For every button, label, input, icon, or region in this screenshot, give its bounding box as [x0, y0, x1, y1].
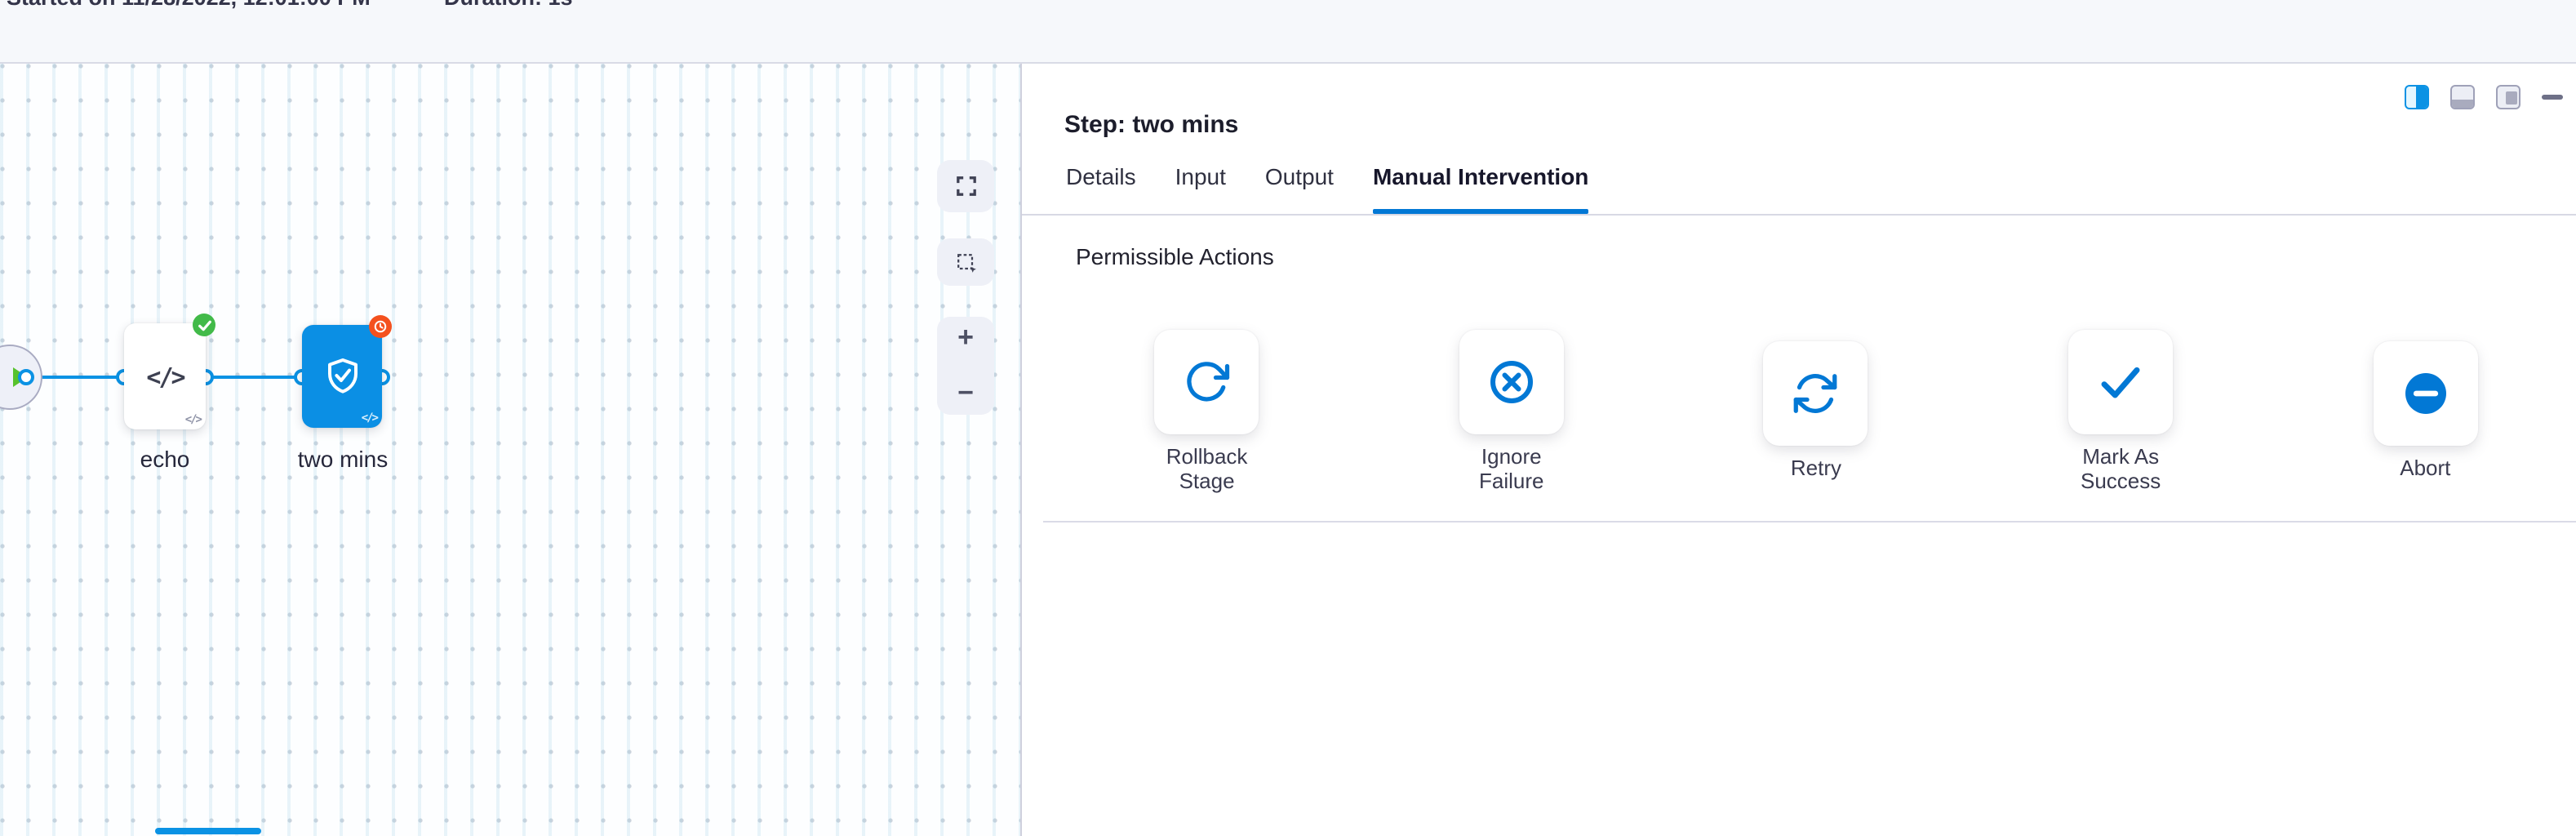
step-node-echo[interactable]: </> </> [124, 323, 206, 429]
minimize-panel-icon[interactable] [2542, 96, 2563, 100]
canvas-select-button[interactable] [937, 238, 994, 286]
duration-text: Duration: 1s [444, 0, 573, 10]
ignore-failure-icon [1459, 329, 1564, 434]
permissible-actions-heading: Permissible Actions [1076, 243, 1274, 269]
tab-details[interactable]: Details [1066, 163, 1136, 214]
retry-icon [1764, 342, 1868, 447]
actions-section-divider [1043, 521, 2576, 522]
action-abort[interactable]: Abort [2273, 312, 2576, 511]
zoom-out-button[interactable]: − [957, 382, 974, 405]
script-type-icon: </> [185, 413, 201, 426]
layout-drawer-view-icon[interactable] [2496, 85, 2520, 109]
execution-topbar: Started on 11/28/2022, 12:01:00 PM Durat… [0, 0, 2576, 64]
zoom-in-button[interactable]: + [957, 327, 974, 349]
canvas-zoom-control: + − [937, 317, 994, 415]
panel-title: Step: two mins [1064, 112, 1238, 140]
step-tabs: Details Input Output Manual Intervention [1066, 163, 1628, 214]
tab-output[interactable]: Output [1265, 163, 1334, 214]
action-ignore-failure[interactable]: Ignore Failure [1359, 312, 1663, 511]
step-details-panel: Step: two mins Details Input Output Manu… [1020, 64, 2576, 836]
layout-split-view-icon[interactable] [2405, 85, 2429, 109]
canvas-fullscreen-button[interactable] [937, 160, 994, 212]
pipeline-execution-screen: Started on 11/28/2022, 12:01:00 PM Durat… [0, 0, 2576, 836]
action-rollback-stage[interactable]: Rollback Stage [1055, 312, 1359, 511]
tab-input[interactable]: Input [1175, 163, 1226, 214]
connector-start-out[interactable] [18, 369, 34, 385]
permissible-actions-row: Rollback Stage Ignore Failure [1055, 312, 2576, 511]
step-node-two-mins[interactable]: </> [302, 325, 382, 428]
canvas-horizontal-scrollbar[interactable] [155, 828, 261, 834]
pipeline-canvas[interactable]: </> </> echo </> [0, 64, 1020, 836]
action-mark-as-success[interactable]: Mark As Success [1969, 312, 2273, 511]
script-type-icon: </> [362, 411, 377, 425]
success-badge-icon [193, 314, 215, 336]
started-timestamp: Started on 11/28/2022, 12:01:00 PM [7, 0, 371, 10]
edge-echo-to-twomins [206, 376, 302, 379]
step-label-two-mins: two mins [269, 446, 416, 472]
layout-bottom-view-icon[interactable] [2450, 85, 2475, 109]
rollback-stage-icon [1155, 329, 1259, 434]
tab-manual-intervention[interactable]: Manual Intervention [1373, 163, 1588, 214]
mark-as-success-icon [2068, 329, 2173, 434]
tabs-divider [1022, 214, 2576, 216]
panel-layout-controls [2405, 85, 2563, 109]
waiting-clock-badge-icon [369, 315, 392, 338]
fullscreen-icon [954, 175, 977, 198]
action-retry[interactable]: Retry [1663, 312, 1968, 511]
step-label-echo: echo [91, 446, 238, 472]
abort-icon [2373, 342, 2477, 447]
marquee-select-icon [954, 251, 977, 273]
